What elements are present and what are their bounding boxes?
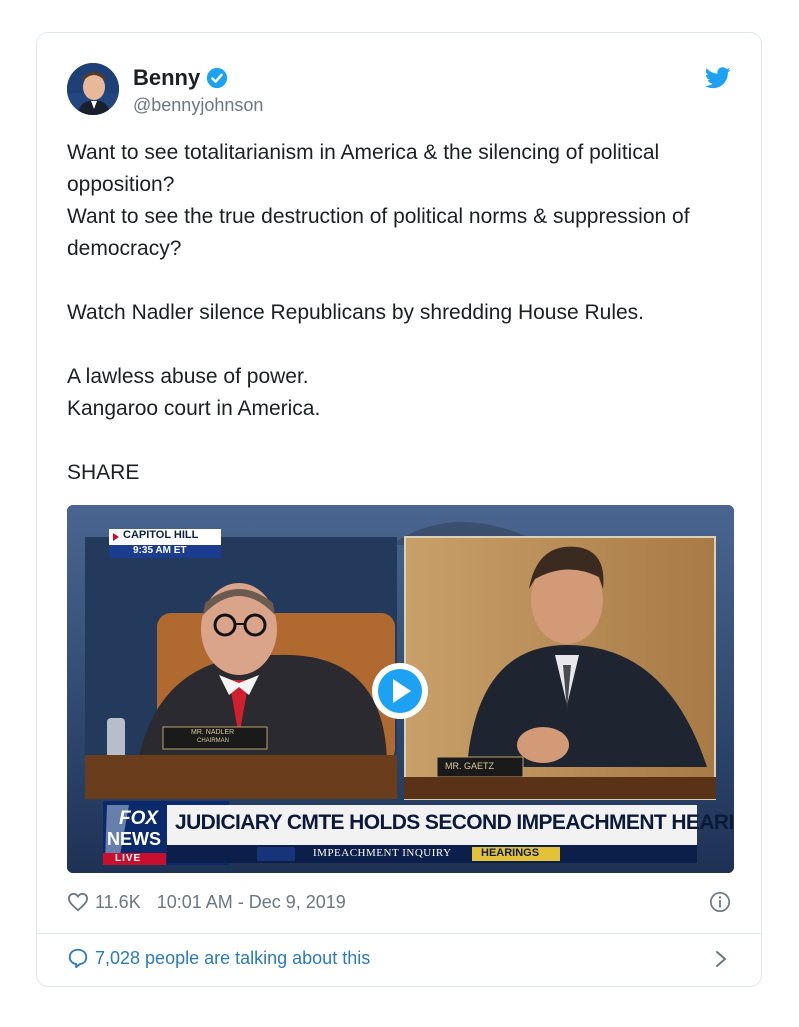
time-label: 9:35 AM ET (133, 545, 187, 556)
nameplate-right: MR. GAETZ (445, 761, 494, 771)
conversation-count[interactable]: 7,028 people are talking about this (95, 948, 370, 969)
ticker-tag: HEARINGS (481, 847, 540, 859)
network-logo-line1: FOX (119, 808, 159, 829)
tweet-line: A lawless abuse of power. (67, 365, 309, 388)
live-badge: LIVE (115, 853, 142, 864)
video-player[interactable]: CAPITOL HILL 9:35 AM ET MR. NADLER CHAIR… (67, 505, 734, 873)
tweet-line: Want to see totalitarianism in America &… (67, 141, 660, 196)
heart-icon[interactable] (67, 892, 89, 912)
tweet-text: Want to see totalitarianism in America &… (67, 137, 737, 489)
nameplate-left-sub: CHAIRMAN (197, 738, 230, 744)
divider (37, 933, 761, 934)
tweet-line: Watch Nadler silence Republicans by shre… (67, 301, 645, 324)
author-name-row[interactable]: Benny (133, 65, 228, 91)
tweet-card: Benny @bennyjohnson Want to see totalita… (36, 32, 762, 987)
tweet-line: SHARE (67, 461, 140, 484)
twitter-bird-icon[interactable] (705, 67, 731, 89)
timestamp[interactable]: 10:01 AM - Dec 9, 2019 (157, 892, 346, 913)
author-name[interactable]: Benny (133, 65, 200, 91)
location-label: CAPITOL HILL (123, 529, 199, 541)
nameplate-left: MR. NADLER (191, 729, 235, 736)
chevron-right-icon[interactable] (715, 950, 727, 968)
ticker-text: IMPEACHMENT INQUIRY (313, 847, 452, 859)
conversation-link[interactable]: 7,028 people are talking about this (67, 947, 370, 969)
avatar[interactable] (67, 63, 119, 115)
speech-bubble-icon (68, 948, 88, 969)
info-icon[interactable] (709, 891, 731, 913)
tweet-line: Want to see the true destruction of poli… (67, 205, 690, 260)
headline: JUDICIARY CMTE HOLDS SECOND IMPEACHMENT … (175, 811, 734, 834)
avatar-image (67, 63, 119, 115)
verified-badge-icon (207, 67, 228, 89)
network-logo-line2: NEWS (107, 829, 161, 849)
author-handle[interactable]: @bennyjohnson (133, 95, 263, 116)
tweet-meta: 11.6K 10:01 AM - Dec 9, 2019 (67, 889, 346, 915)
tweet-line: Kangaroo court in America. (67, 397, 321, 420)
like-count[interactable]: 11.6K (95, 892, 141, 913)
